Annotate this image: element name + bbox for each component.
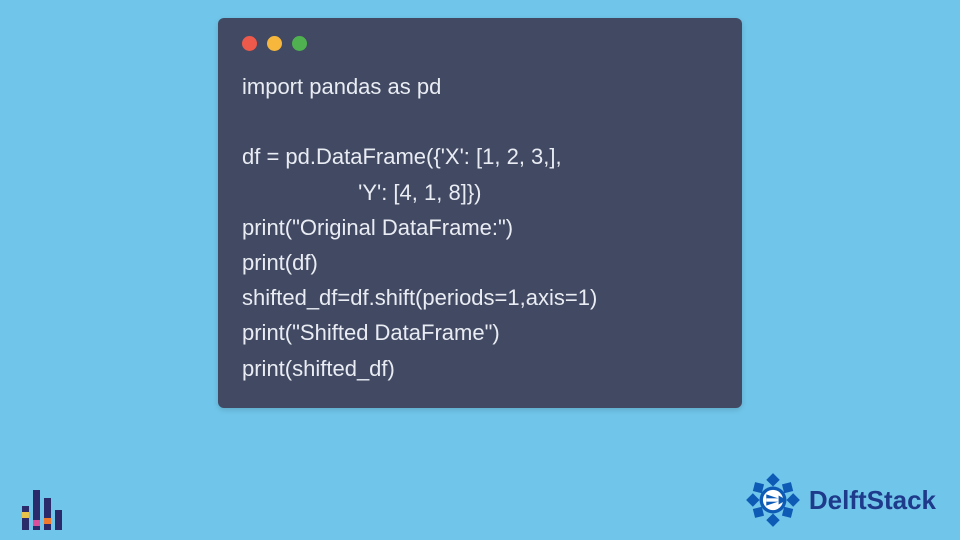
brand: DelftStack (745, 472, 936, 528)
maximize-icon (292, 36, 307, 51)
close-icon (242, 36, 257, 51)
code-line: 'Y': [4, 1, 8]}) (242, 180, 482, 205)
code-line: shifted_df=df.shift(periods=1,axis=1) (242, 285, 597, 310)
code-line: print("Shifted DataFrame") (242, 320, 500, 345)
code-line: print(df) (242, 250, 318, 275)
code-line: print("Original DataFrame:") (242, 215, 513, 240)
code-line: print(shifted_df) (242, 356, 395, 381)
code-line: df = pd.DataFrame({'X': [1, 2, 3,], (242, 144, 562, 169)
window-titlebar (242, 36, 718, 51)
code-block: import pandas as pd df = pd.DataFrame({'… (242, 69, 718, 386)
minimize-icon (267, 36, 282, 51)
code-window: import pandas as pd df = pd.DataFrame({'… (218, 18, 742, 408)
code-line: import pandas as pd (242, 74, 441, 99)
small-logo-icon (22, 488, 64, 530)
brand-name: DelftStack (809, 485, 936, 516)
brand-badge-icon (745, 472, 801, 528)
